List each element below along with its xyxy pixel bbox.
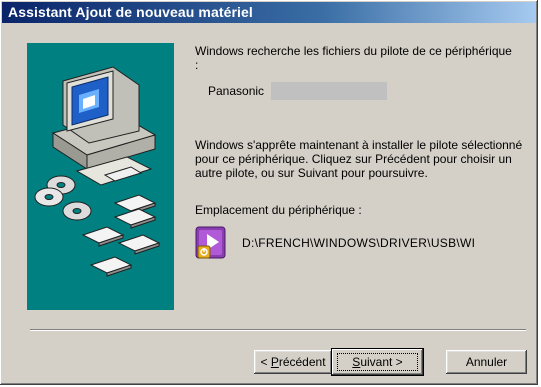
back-button[interactable]: < Précédent bbox=[254, 350, 332, 374]
wizard-illustration bbox=[27, 43, 174, 310]
back-accel: P bbox=[270, 355, 279, 369]
device-name-row: Panasonic bbox=[208, 82, 264, 100]
back-prefix: < bbox=[260, 355, 271, 369]
device-name-redacted bbox=[271, 82, 387, 100]
title-bar[interactable]: Assistant Ajout de nouveau matériel bbox=[2, 2, 536, 23]
install-text: Windows s'apprête maintenant à installer… bbox=[195, 138, 523, 180]
illustration-graphic bbox=[34, 66, 161, 277]
computer-icon bbox=[51, 66, 157, 186]
next-button-label: Suivant > bbox=[352, 355, 402, 369]
next-rest: uivant > bbox=[360, 355, 403, 369]
location-label: Emplacement du périphérique : bbox=[195, 203, 362, 217]
floppy-disk-icon bbox=[81, 194, 161, 277]
next-button[interactable]: Suivant > bbox=[332, 349, 423, 375]
cancel-button[interactable]: Annuler bbox=[446, 350, 527, 374]
location-path: D:\FRENCH\WINDOWS\DRIVER\USB\WI bbox=[242, 236, 476, 250]
cd-disc-icon bbox=[34, 175, 92, 221]
device-name: Panasonic bbox=[208, 84, 265, 98]
window-title: Assistant Ajout de nouveau matériel bbox=[8, 4, 253, 20]
setup-file-icon bbox=[195, 226, 227, 260]
back-rest: récédent bbox=[278, 355, 326, 369]
separator-highlight bbox=[30, 330, 526, 331]
back-button-label: < Précédent bbox=[260, 355, 325, 369]
search-text: Windows recherche les fichiers du pilote… bbox=[195, 44, 512, 72]
wizard-window: Assistant Ajout de nouveau matériel Wind… bbox=[0, 0, 538, 385]
